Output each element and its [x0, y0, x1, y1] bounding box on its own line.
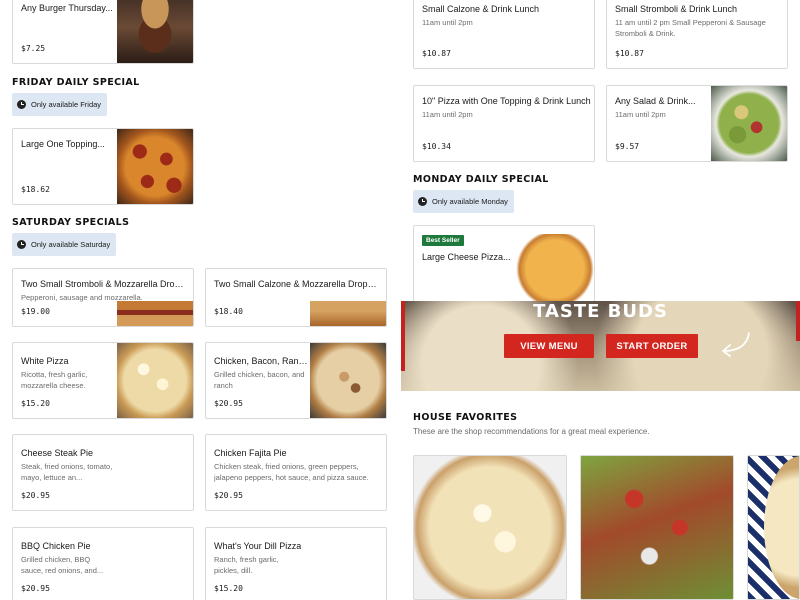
- item-name: White Pizza: [21, 356, 69, 366]
- clock-icon: [418, 197, 427, 206]
- menu-item-card[interactable]: Cheese Steak Pie Steak, fried onions, to…: [12, 434, 194, 511]
- item-name: Chicken, Bacon, Ranc...: [214, 356, 309, 366]
- item-price: $9.57: [615, 142, 640, 151]
- item-image: [117, 301, 193, 326]
- best-seller-badge: Best Seller: [422, 235, 464, 246]
- section-title-friday: FRIDAY DAILY SPECIAL: [12, 77, 140, 88]
- item-name: Any Salad & Drink...: [615, 96, 696, 106]
- item-price: $20.95: [21, 491, 50, 500]
- item-description: 11am until 2pm: [422, 110, 473, 119]
- favorite-card[interactable]: [413, 455, 567, 600]
- item-price: $10.34: [422, 142, 451, 151]
- menu-item-card[interactable]: Chicken Fajita Pie Chicken steak, fried …: [205, 434, 387, 511]
- item-image: [711, 86, 787, 161]
- item-image: [516, 234, 594, 304]
- section-title-monday: MONDAY DAILY SPECIAL: [413, 174, 549, 185]
- start-order-button[interactable]: START ORDER: [606, 334, 698, 358]
- item-name: Cheese Steak Pie: [21, 448, 94, 458]
- item-name: Small Stromboli & Drink Lunch: [615, 4, 738, 14]
- item-name: Large Cheese Pizza...: [422, 252, 511, 262]
- item-image: [310, 301, 386, 326]
- item-price: $7.25: [21, 44, 46, 53]
- item-description: Steak, fried onions, tomato, mayo, lettu…: [21, 462, 113, 482]
- item-name: Large One Topping...: [21, 139, 105, 149]
- section-title-saturday: SATURDAY SPECIALS: [12, 217, 130, 228]
- section-title-house-favorites: HOUSE FAVORITES: [413, 412, 518, 423]
- item-description: 11 am until 2 pm Small Pepperoni & Sausa…: [615, 18, 766, 38]
- curved-arrow-icon: [722, 332, 750, 357]
- item-price: $19.00: [21, 307, 50, 316]
- item-price: $18.62: [21, 185, 50, 194]
- view-menu-button[interactable]: VIEW MENU: [504, 334, 594, 358]
- item-description: Grilled chicken, bacon, and ranch: [214, 370, 305, 390]
- item-name: Any Burger Thursday...: [21, 3, 113, 13]
- item-price: $20.95: [214, 491, 243, 500]
- favorite-card[interactable]: [747, 455, 800, 600]
- banner-headline: TASTE BUDS: [533, 301, 668, 322]
- item-name: Chicken Fajita Pie: [214, 448, 287, 458]
- availability-text: Only available Monday: [432, 197, 508, 206]
- menu-item-card[interactable]: Large One Topping... $18.62: [12, 128, 194, 205]
- clock-icon: [17, 240, 26, 249]
- item-description: Grilled chicken, BBQ sauce, red onions, …: [21, 555, 104, 575]
- item-description: Chicken steak, fried onions, green peppe…: [214, 462, 369, 482]
- availability-note: Only available Monday: [413, 190, 514, 213]
- availability-text: Only available Saturday: [31, 240, 111, 249]
- item-description: Ricotta, fresh garlic, mozzarella cheese…: [21, 370, 88, 390]
- availability-text: Only available Friday: [31, 100, 102, 109]
- item-price: $15.20: [21, 399, 50, 408]
- item-name: 10" Pizza with One Topping & Drink Lunch: [422, 96, 591, 106]
- menu-item-card[interactable]: Best Seller Large Cheese Pizza...: [413, 225, 595, 305]
- item-name: Small Calzone & Drink Lunch: [422, 4, 540, 14]
- item-description: 11am until 2pm: [422, 18, 473, 27]
- menu-item-card[interactable]: 10" Pizza with One Topping & Drink Lunch…: [413, 85, 595, 162]
- menu-item-card[interactable]: BBQ Chicken Pie Grilled chicken, BBQ sau…: [12, 527, 194, 600]
- menu-item-card[interactable]: Two Small Stromboli & Mozzarella Drops..…: [12, 268, 194, 327]
- item-name: Two Small Calzone & Mozzarella Drops...: [214, 279, 379, 289]
- section-subtitle: These are the shop recommendations for a…: [413, 427, 650, 436]
- item-price: $20.95: [21, 584, 50, 593]
- item-description: 11am until 2pm: [615, 110, 666, 119]
- menu-item-card[interactable]: Two Small Calzone & Mozzarella Drops... …: [205, 268, 387, 327]
- menu-item-card[interactable]: Chicken, Bacon, Ranc... Grilled chicken,…: [205, 342, 387, 419]
- favorite-card[interactable]: [580, 455, 734, 600]
- item-price: $10.87: [615, 49, 644, 58]
- menu-item-card[interactable]: White Pizza Ricotta, fresh garlic, mozza…: [12, 342, 194, 419]
- menu-item-card[interactable]: Any Burger Thursday... $7.25: [12, 0, 194, 64]
- item-price: $18.40: [214, 307, 243, 316]
- menu-item-card[interactable]: Any Salad & Drink... 11am until 2pm $9.5…: [606, 85, 788, 162]
- item-name: BBQ Chicken Pie: [21, 541, 91, 551]
- availability-note: Only available Saturday: [12, 233, 117, 256]
- availability-note: Only available Friday: [12, 93, 108, 116]
- item-price: $15.20: [214, 584, 243, 593]
- item-image: [117, 129, 193, 204]
- menu-item-card[interactable]: Small Stromboli & Drink Lunch 11 am unti…: [606, 0, 788, 69]
- item-price: $10.87: [422, 49, 451, 58]
- clock-icon: [17, 100, 26, 109]
- item-name: Two Small Stromboli & Mozzarella Drops..…: [21, 279, 186, 289]
- item-price: $20.95: [214, 399, 243, 408]
- item-image: [117, 0, 193, 63]
- item-name: What's Your Dill Pizza: [214, 541, 302, 551]
- promo-banner: TASTE BUDS VIEW MENU START ORDER: [401, 301, 800, 391]
- item-description: Ranch, fresh garlic, pickles, dill.: [214, 555, 279, 575]
- menu-item-card[interactable]: What's Your Dill Pizza Ranch, fresh garl…: [205, 527, 387, 600]
- menu-item-card[interactable]: Small Calzone & Drink Lunch 11am until 2…: [413, 0, 595, 69]
- item-image: [310, 343, 386, 418]
- item-image: [117, 343, 193, 418]
